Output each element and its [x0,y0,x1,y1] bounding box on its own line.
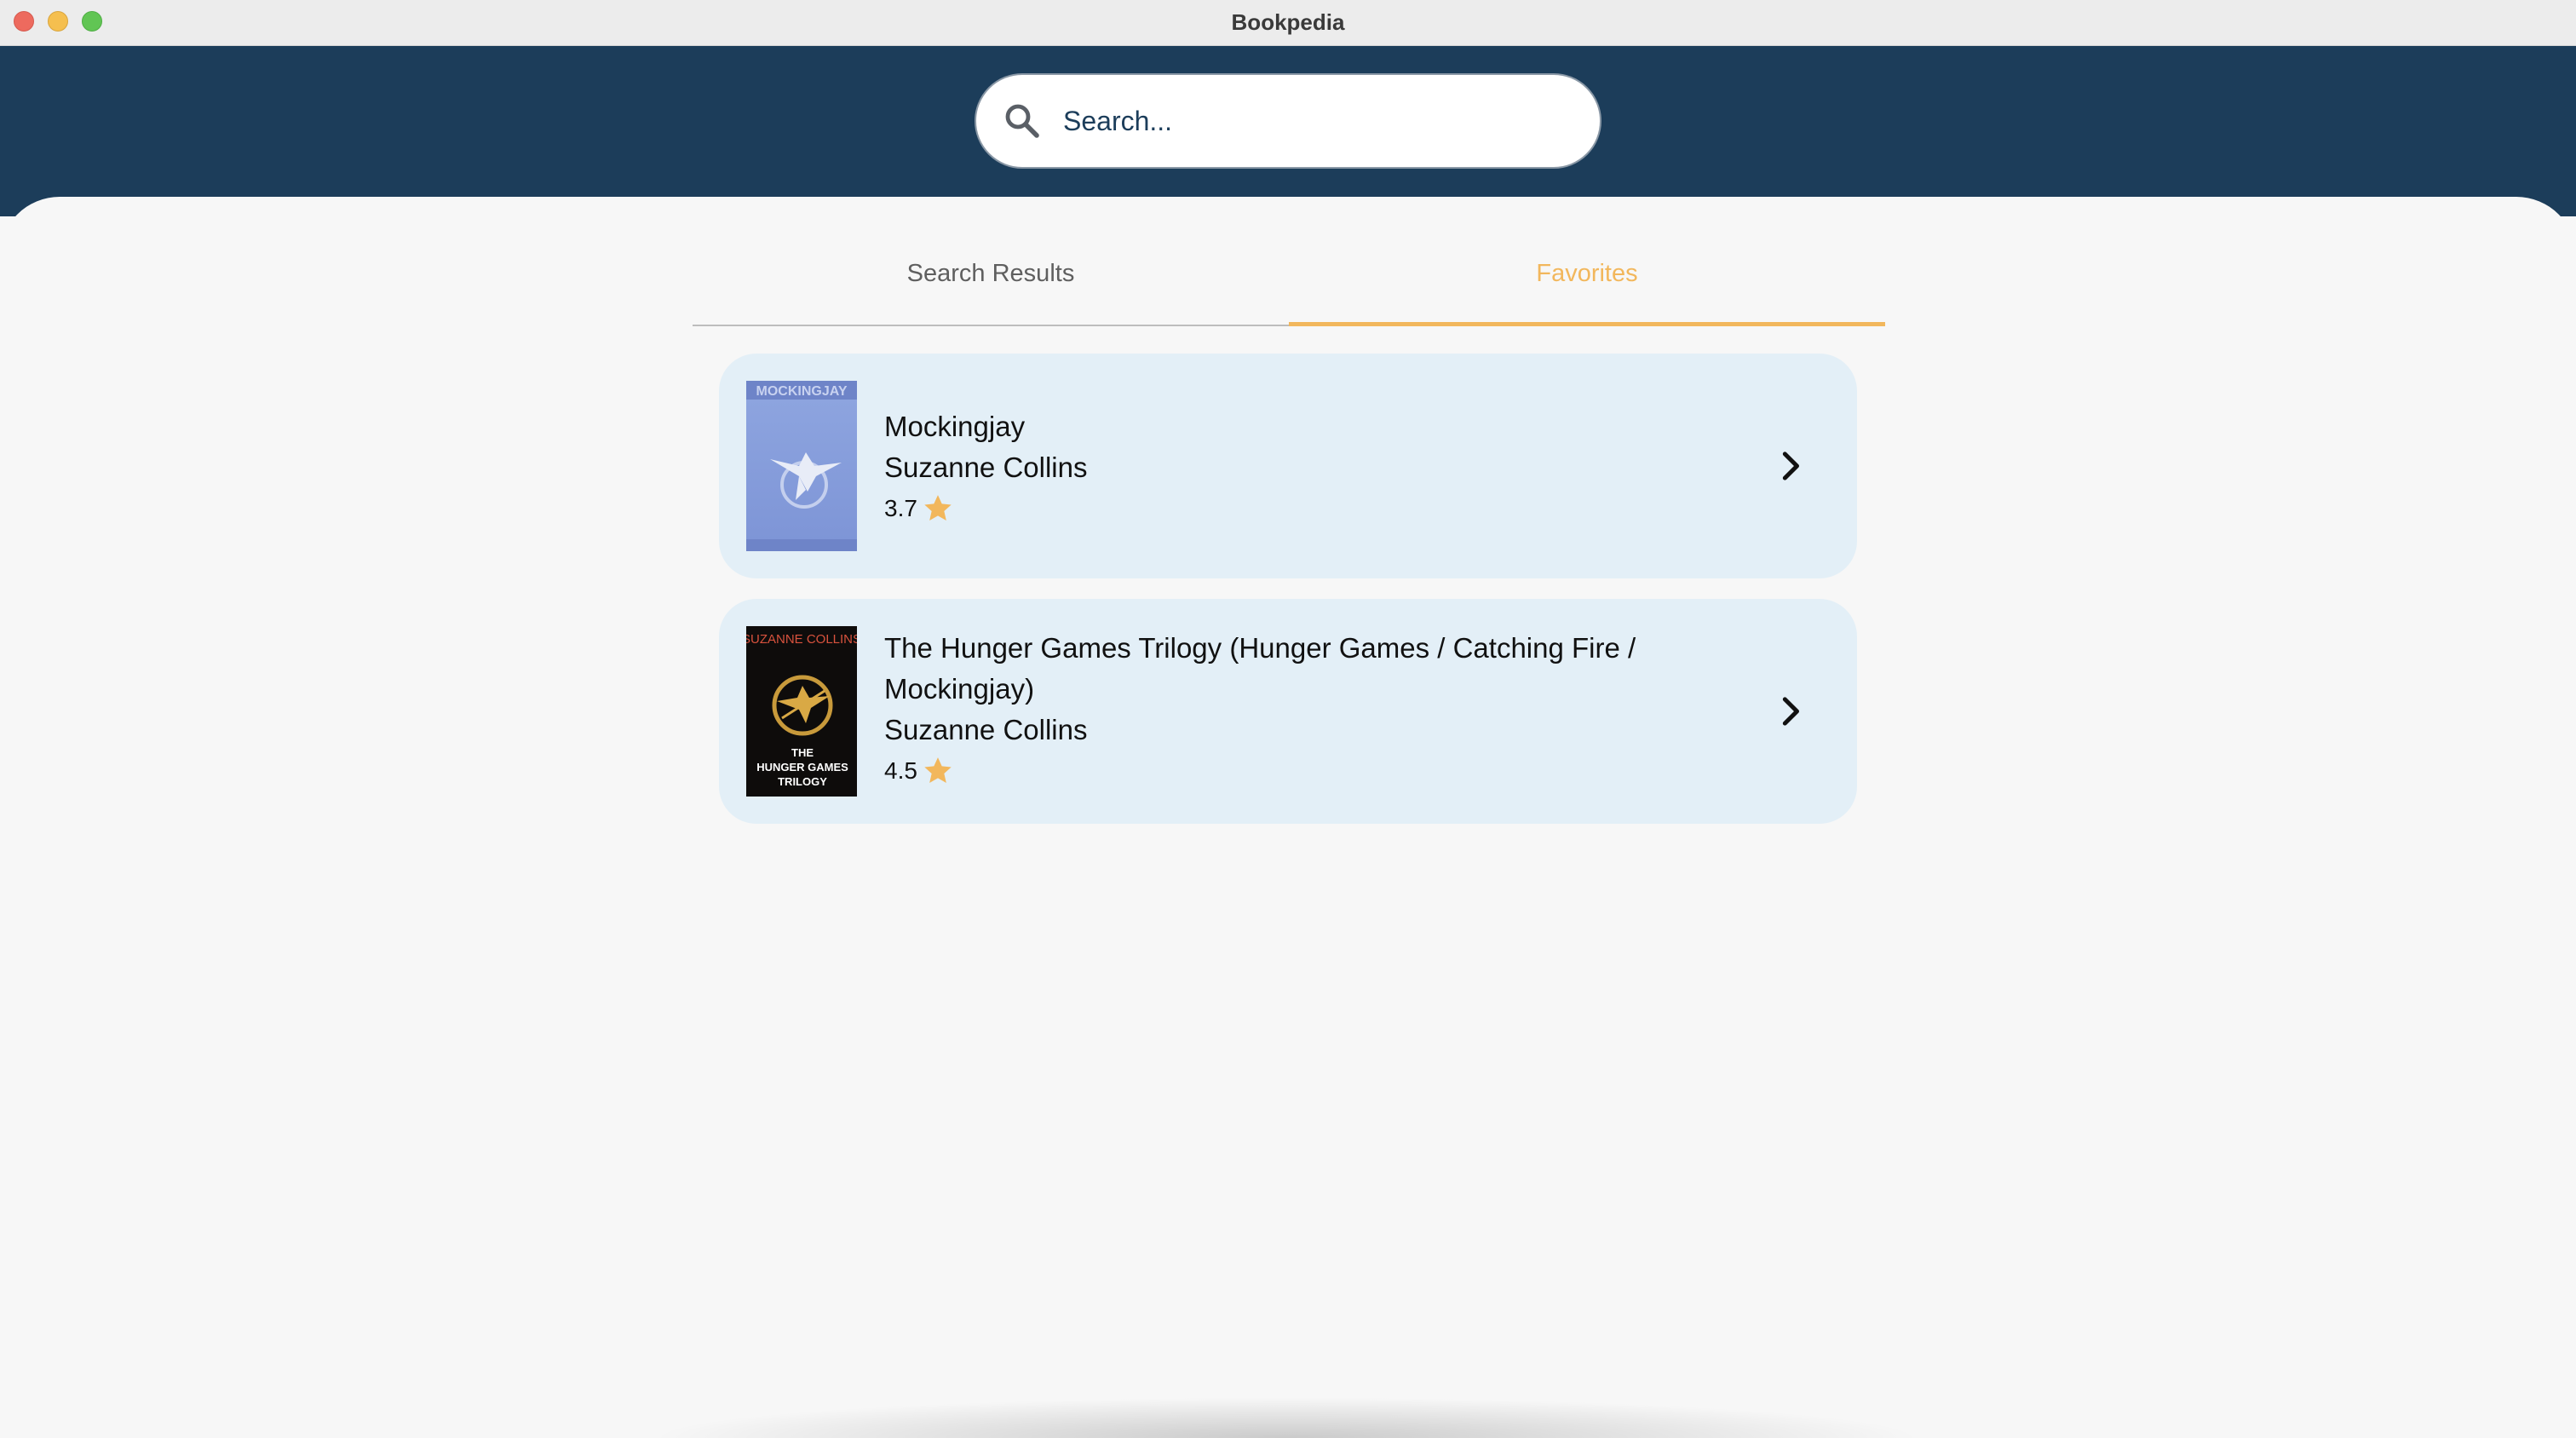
svg-text:SUZANNE COLLINS: SUZANNE COLLINS [746,632,857,647]
search-input[interactable] [1063,75,1574,167]
rating: 3.7 [884,488,1736,529]
bottom-shadow [647,1397,1925,1438]
rating-value: 4.5 [884,757,917,784]
svg-text:TRILOGY: TRILOGY [778,775,827,788]
app-window: Bookpedia Search Results Favorites [0,0,2576,1438]
search-icon [1005,104,1039,138]
book-list-item[interactable]: MOCKINGJAY Mockingjay Suzanne Collins 3.… [719,354,1857,578]
book-info: Mockingjay Suzanne Collins 3.7 [884,406,1736,529]
rating: 4.5 [884,751,1736,791]
book-list-item[interactable]: SUZANNE COLLINS THE HUNGER GAMES TRILOGY… [719,599,1857,824]
window-title: Bookpedia [1231,9,1345,35]
tab-bar: Search Results Favorites [693,231,1885,326]
svg-text:THE: THE [791,746,814,759]
selected-tab-indicator [1289,322,1885,326]
book-info: The Hunger Games Trilogy (Hunger Games /… [884,628,1736,791]
tab-search-results[interactable]: Search Results [693,231,1289,325]
rating-value: 3.7 [884,495,917,521]
book-author: Suzanne Collins [884,714,1088,745]
hunger-games-trilogy-cover: SUZANNE COLLINS THE HUNGER GAMES TRILOGY [746,626,857,797]
chevron-right-icon [1782,697,1799,726]
chevron-right-icon [1782,452,1799,480]
star-icon [924,757,952,783]
book-title: The Hunger Games Trilogy (Hunger Games /… [884,632,1636,705]
svg-text:HUNGER GAMES: HUNGER GAMES [756,761,848,774]
mockingjay-cover: MOCKINGJAY [746,381,857,551]
book-author: Suzanne Collins [884,452,1088,483]
title-bar: Bookpedia [0,0,2576,46]
book-title: Mockingjay [884,411,1026,442]
star-icon [924,495,952,521]
search-bar[interactable] [975,73,1601,169]
tab-favorites[interactable]: Favorites [1289,231,1885,325]
svg-text:MOCKINGJAY: MOCKINGJAY [756,384,848,399]
